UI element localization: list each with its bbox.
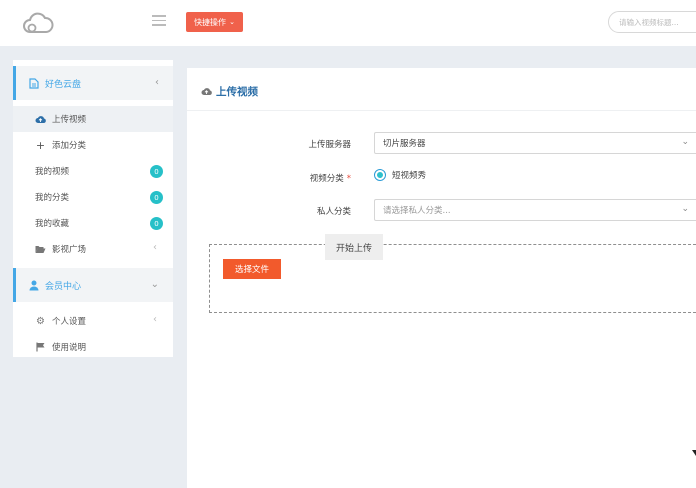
sidebar-item-personal-settings[interactable]: ⚙ 个人设置 ‹ [13,308,173,334]
plus-icon: + [35,138,46,152]
cloud-logo-icon[interactable] [22,12,54,36]
count-badge: 0 [150,191,163,204]
sidebar-group-member[interactable]: 会员中心 ⌄ [13,268,173,302]
sidebar-item-label: 我的分类 [35,193,70,203]
count-badge: 0 [150,165,163,178]
form-row-private-category: 私人分类 请选择私人分类... ⌄ [187,199,696,223]
cloud-upload-icon [201,86,212,97]
count-badge: 0 [150,217,163,230]
start-upload-button[interactable]: 开始上传 [325,234,383,260]
sidebar-group-label: 好色云盘 [45,79,82,90]
sidebar-item-label: 我的收藏 [35,219,70,229]
chevron-left-icon: ‹ [155,77,159,88]
flag-icon [35,342,46,353]
form-row-server: 上传服务器 切片服务器 ⌄ [187,132,696,156]
pick-file-button[interactable]: 选择文件 [223,259,281,279]
chevron-down-icon: ⌄ [150,279,159,290]
sidebar-item-add-category[interactable]: + 添加分类 [13,132,173,158]
sidebar-item-my-categories[interactable]: 我的分类 0 [13,184,173,210]
sidebar-item-label: 我的视频 [35,167,70,177]
private-category-placeholder: 请选择私人分类... [383,206,451,216]
page-title: 上传视频 [201,84,258,99]
quick-action-label: 快捷操作 [194,17,227,27]
quick-action-button[interactable]: 快捷操作 ⌄ [186,12,243,32]
chevron-down-icon: ⌄ [681,137,689,147]
category-label-text: 视频分类 [309,174,344,184]
file-icon [28,77,39,89]
required-mark: * [346,174,351,184]
sidebar-item-video-plaza[interactable]: 影视广场 ‹ [13,236,173,262]
server-label: 上传服务器 [308,140,351,150]
sidebar-item-my-videos[interactable]: 我的视频 0 [13,158,173,184]
top-bar: 快捷操作 ⌄ [0,0,696,46]
cursor-marker-icon [692,450,696,456]
sidebar-item-label: 个人设置 [52,317,87,327]
upload-panel: 上传视频 上传服务器 切片服务器 ⌄ 视频分类 * 短视频秀 私人分类 请选择私人… [187,68,696,488]
page-title-text: 上传视频 [216,86,258,98]
cloud-upload-icon [35,114,46,125]
sidebar-item-label: 影视广场 [52,245,87,255]
private-category-label: 私人分类 [316,207,351,217]
chevron-left-icon: ‹ [153,314,157,325]
server-select-value: 切片服务器 [383,139,426,149]
title-divider [187,110,696,111]
sidebar-item-label: 上传视频 [52,115,87,125]
sidebar-item-instructions[interactable]: 使用说明 [13,334,173,360]
sidebar-item-label: 添加分类 [52,141,87,151]
chevron-down-icon: ⌄ [229,18,235,26]
category-radio-label: 短视频秀 [392,171,427,181]
sidebar-item-my-favorites[interactable]: 我的收藏 0 [13,210,173,236]
sidebar-group-label: 会员中心 [45,281,82,292]
sidebar: 好色云盘 ‹ 上传视频 + 添加分类 我的视频 0 我的分类 0 我的收藏 0 … [13,60,173,357]
chevron-left-icon: ‹ [153,242,157,253]
upload-dropzone[interactable] [209,244,696,313]
sidebar-group-cloud[interactable]: 好色云盘 ‹ [13,66,173,100]
sidebar-item-label: 使用说明 [52,343,87,353]
category-label: 视频分类 * [310,172,351,184]
pick-file-label: 选择文件 [234,265,269,275]
category-radio-short-video[interactable]: 短视频秀 [374,169,426,181]
user-icon [28,280,39,291]
radio-selected-icon [374,169,386,181]
private-category-select[interactable]: 请选择私人分类... ⌄ [374,199,696,221]
gear-icon: ⚙ [36,315,45,327]
sidebar-item-upload-video[interactable]: 上传视频 [13,106,173,132]
menu-toggle-icon[interactable] [152,15,166,27]
start-upload-label: 开始上传 [335,243,372,254]
chevron-down-icon: ⌄ [681,204,689,214]
server-select[interactable]: 切片服务器 ⌄ [374,132,696,154]
folder-open-icon [35,244,46,255]
search-input[interactable] [608,11,696,33]
form-row-category: 视频分类 * 短视频秀 [187,166,696,190]
